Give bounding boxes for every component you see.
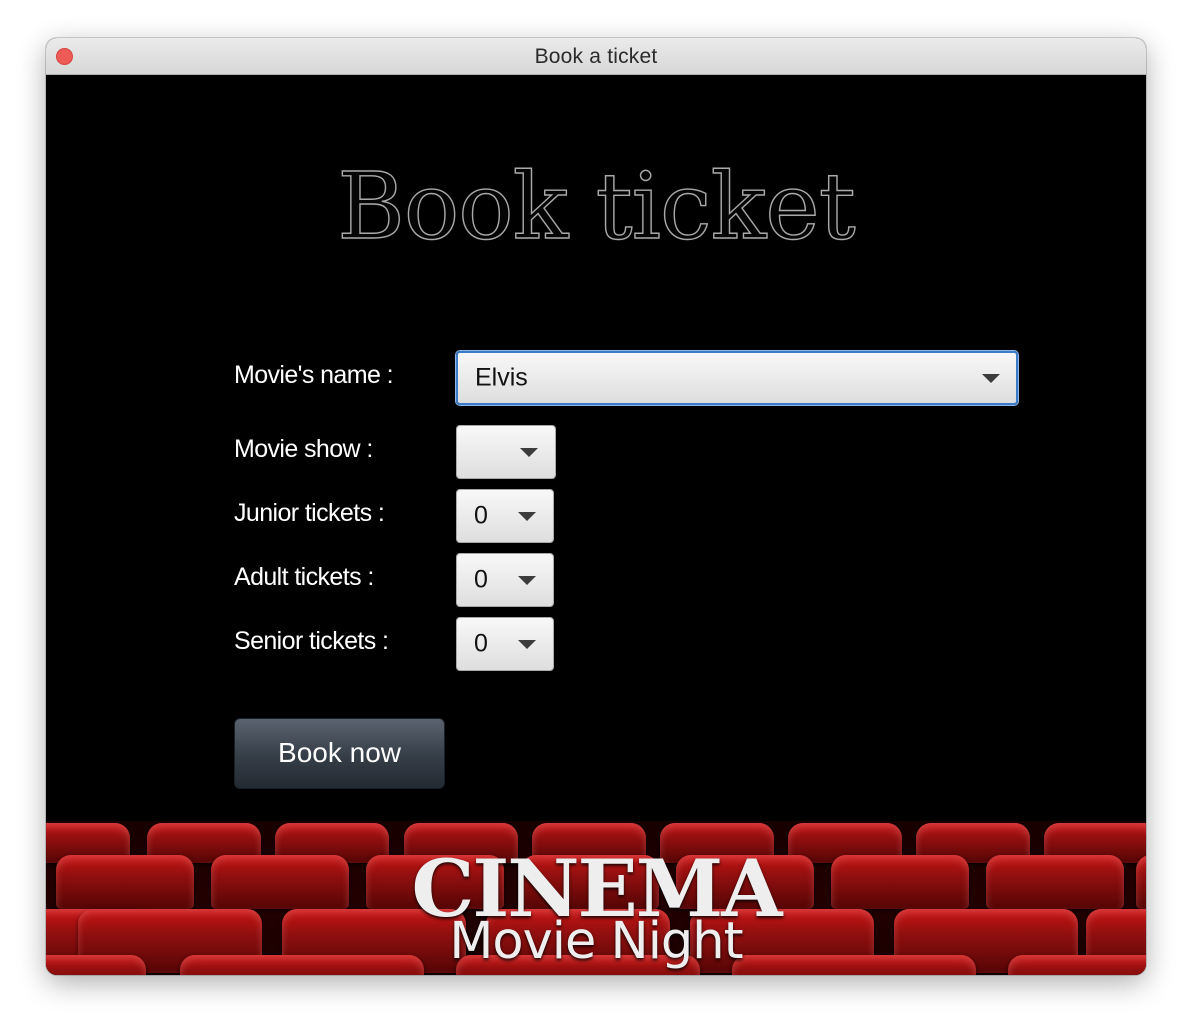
movie-name-label: Movie's name : [234,361,394,389]
chevron-down-icon [982,374,1000,383]
movie-name-value: Elvis [475,363,528,392]
chevron-down-icon [518,640,536,649]
junior-tickets-label: Junior tickets : [234,499,385,527]
senior-tickets-select[interactable]: 0 [456,617,554,671]
junior-tickets-select[interactable]: 0 [456,489,554,543]
page-title: Book ticket [337,152,857,260]
chevron-down-icon [520,448,538,457]
movie-show-select[interactable] [456,425,556,479]
chevron-down-icon [518,512,536,521]
window-title: Book a ticket [534,45,658,68]
senior-tickets-label: Senior tickets : [234,627,389,655]
booking-content: Book ticket Movie's name : Elvis Movie s… [46,75,1146,975]
movie-name-select[interactable]: Elvis [456,351,1018,405]
book-now-button[interactable]: Book now [234,718,445,789]
adult-tickets-select[interactable]: 0 [456,553,554,607]
chevron-down-icon [518,576,536,585]
adult-tickets-value: 0 [474,565,488,594]
movie-night-tagline: Movie Night [449,912,743,971]
movie-show-label: Movie show : [234,435,373,463]
booking-window: Book a ticket Book ticket Movie's name :… [46,38,1146,975]
junior-tickets-value: 0 [474,501,488,530]
title-bar: Book a ticket [46,38,1146,75]
adult-tickets-label: Adult tickets : [234,563,374,591]
senior-tickets-value: 0 [474,629,488,658]
